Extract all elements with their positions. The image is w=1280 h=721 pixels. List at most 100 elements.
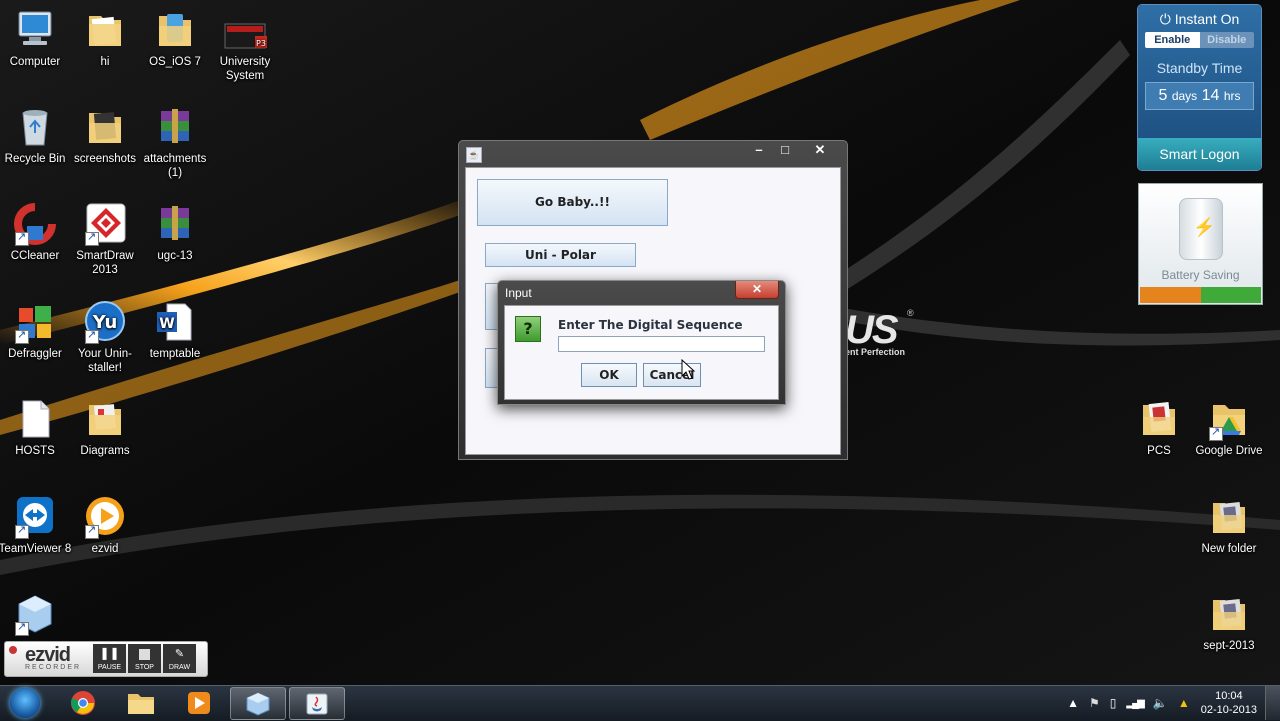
brand-registered-mark: ®: [907, 308, 914, 318]
icon-label: Diagrams: [80, 445, 130, 457]
desktop-icon-hi[interactable]: hi: [66, 8, 144, 69]
icon-label: screenshots: [73, 153, 136, 165]
chrome-icon: [71, 690, 95, 715]
clock[interactable]: 10:04 02-10-2013: [1201, 689, 1257, 717]
smart-logon-button[interactable]: Smart Logon: [1138, 138, 1261, 170]
defraggler-icon: [13, 300, 57, 344]
desktop-icon-sept-2013[interactable]: sept-2013: [1190, 592, 1268, 653]
start-button[interactable]: [4, 686, 46, 720]
icon-label: attachments (1): [143, 153, 207, 179]
pause-button[interactable]: ❚❚ PAUSE: [93, 644, 126, 673]
standby-time-label: Standby Time: [1156, 60, 1243, 76]
battery-mode-bar: [1140, 287, 1261, 303]
windows-orb-icon: [10, 688, 40, 718]
desktop-icon-attachments[interactable]: attachments (1): [136, 105, 214, 180]
draw-label: DRAW: [168, 664, 191, 671]
standby-hours: 14: [1201, 87, 1220, 104]
digital-sequence-input[interactable]: [558, 336, 765, 352]
desktop-icon-your-uninstaller[interactable]: Yu Your Unin-staller!: [66, 300, 144, 375]
standby-time-value: 5 days 14 hrs: [1145, 82, 1254, 110]
go-baby-button[interactable]: Go Baby..!!: [477, 179, 668, 226]
desktop-icon-university-system[interactable]: P3 University System: [206, 22, 284, 83]
network-signal-icon[interactable]: ▂▄▆: [1126, 698, 1145, 709]
battery-saving-label: Battery Saving: [1161, 268, 1240, 282]
desktop-icon-os-ios7[interactable]: OS_iOS 7: [136, 8, 214, 69]
icon-label: New folder: [1201, 543, 1257, 555]
shortcut-arrow-icon: [15, 328, 29, 344]
icon-label: ugc-13: [157, 250, 193, 262]
google-drive-tray-icon[interactable]: ▲: [1178, 696, 1190, 710]
dialog-close-button[interactable]: ✕: [735, 281, 779, 299]
desktop-icon-hosts[interactable]: HOSTS: [0, 397, 74, 458]
question-icon: ?: [515, 316, 541, 342]
taskbar: ▲ ⚑ ▯ ▂▄▆ 🔈 ▲ 10:04 02-10-2013: [0, 685, 1280, 721]
clock-date: 02-10-2013: [1200, 704, 1257, 716]
folder-icon: [1137, 397, 1181, 441]
taskbar-virtualbox[interactable]: [230, 687, 286, 720]
folder-icon: [1207, 592, 1251, 636]
pause-label: PAUSE: [97, 664, 122, 671]
clock-time: 10:04: [1215, 690, 1243, 702]
disable-button[interactable]: Disable: [1199, 32, 1254, 48]
ccleaner-icon: [13, 202, 57, 246]
gadget-title: Instant On: [1174, 11, 1240, 27]
icon-label: University System: [219, 56, 271, 82]
svg-text:W: W: [159, 316, 174, 332]
archive-icon: [153, 105, 197, 149]
desktop-icon-new-folder[interactable]: New folder: [1190, 495, 1268, 556]
draw-button[interactable]: ✎ DRAW: [163, 644, 196, 673]
action-center-flag-icon[interactable]: ⚑: [1089, 696, 1100, 710]
taskbar-chrome[interactable]: [56, 687, 110, 718]
dialog-content: ? Enter The Digital Sequence OK Cancel: [504, 305, 779, 400]
icon-label: Computer: [9, 56, 61, 68]
desktop-icon-teamviewer[interactable]: TeamViewer 8: [0, 495, 74, 556]
taskbar-media-player[interactable]: [172, 687, 226, 718]
show-desktop-button[interactable]: [1265, 686, 1280, 720]
archive-icon: [153, 202, 197, 246]
battery-saving-gadget[interactable]: Battery Saving: [1138, 183, 1263, 305]
battery-mode-icon[interactable]: [1200, 287, 1261, 303]
icon-label: HOSTS: [15, 445, 55, 457]
uni-polar-button[interactable]: Uni - Polar: [485, 243, 636, 267]
uninstaller-icon: Yu: [83, 300, 127, 344]
desktop-icon-smartdraw[interactable]: SmartDraw 2013: [66, 202, 144, 277]
computer-icon: [13, 8, 57, 52]
folder-icon: [83, 105, 127, 149]
taskbar-java[interactable]: [289, 687, 345, 720]
show-hidden-icons-icon[interactable]: ▲: [1067, 696, 1079, 710]
desktop-icon-ccleaner[interactable]: CCleaner: [0, 202, 74, 263]
ezvid-recorder-label: RECORDER: [25, 664, 82, 671]
power-icon: ⏻: [1159, 11, 1171, 27]
teamviewer-icon: [13, 495, 57, 539]
close-button[interactable]: ✕: [805, 142, 835, 160]
desktop-icon-temptable[interactable]: W temptable: [136, 300, 214, 361]
smartdraw-icon: [83, 202, 127, 246]
desktop-icon-pcs[interactable]: PCS: [1120, 397, 1198, 458]
system-tray: ▲ ⚑ ▯ ▂▄▆ 🔈 ▲ 10:04 02-10-2013: [1062, 686, 1280, 720]
standby-days-unit: days: [1171, 89, 1198, 103]
icon-label: temptable: [149, 348, 201, 360]
icon-label: Defraggler: [8, 348, 62, 360]
clock-mode-icon[interactable]: [1140, 287, 1201, 303]
brand-text: US: [845, 308, 899, 352]
stop-button[interactable]: STOP: [128, 644, 161, 673]
battery-icon[interactable]: ▯: [1110, 696, 1117, 710]
minimize-button[interactable]: –: [746, 142, 772, 160]
maximize-button[interactable]: □: [772, 142, 798, 160]
desktop-icon-computer[interactable]: Computer: [0, 8, 74, 69]
desktop-icon-google-drive[interactable]: Google Drive: [1190, 397, 1268, 458]
folder-icon: [128, 693, 154, 714]
desktop-icon-recycle-bin[interactable]: Recycle Bin: [0, 105, 74, 166]
desktop-icon-ugc-13[interactable]: ugc-13: [136, 202, 214, 263]
ok-button[interactable]: OK: [581, 363, 637, 387]
input-dialog: Input ✕ ? Enter The Digital Sequence OK …: [497, 280, 786, 405]
desktop-icon-defraggler[interactable]: Defraggler: [0, 300, 74, 361]
desktop-icon-screenshots[interactable]: screenshots: [66, 105, 144, 166]
volume-icon[interactable]: 🔈: [1153, 696, 1168, 710]
icon-label: SmartDraw 2013: [76, 250, 134, 276]
taskbar-explorer[interactable]: [114, 687, 168, 718]
desktop-icon-virtualbox[interactable]: [0, 592, 74, 639]
desktop-icon-diagrams[interactable]: Diagrams: [66, 397, 144, 458]
desktop-icon-ezvid[interactable]: ezvid: [66, 495, 144, 556]
enable-button[interactable]: Enable: [1145, 32, 1200, 48]
